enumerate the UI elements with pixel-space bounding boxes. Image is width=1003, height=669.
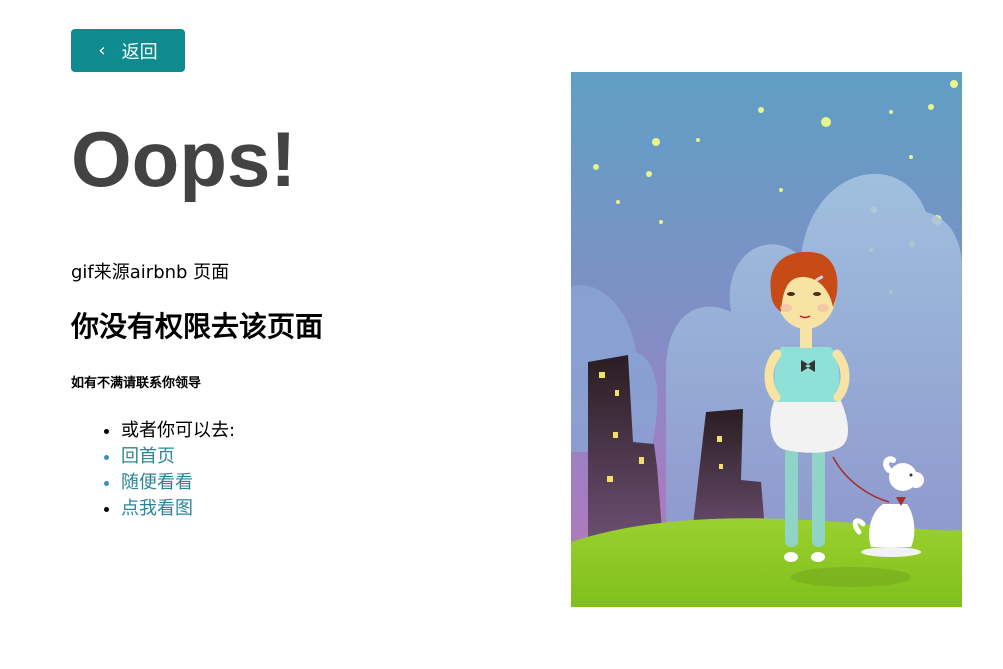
back-button-label: 返回 [121, 41, 158, 63]
no-permission-heading: 你没有权限去该页面 [71, 310, 324, 343]
page-title: Oops! [71, 115, 297, 203]
list-item: 回首页 [121, 444, 235, 470]
options-list: 或者你可以去: 回首页 随便看看 点我看图 [71, 418, 235, 522]
chevron-left-icon: ‹ [98, 39, 106, 61]
list-item: 或者你可以去: [121, 418, 235, 444]
list-item: 点我看图 [121, 496, 235, 522]
girl-and-dog-illustration [571, 72, 962, 607]
options-intro: 或者你可以去: [121, 420, 236, 441]
contact-note: 如有不满请联系你领导 [71, 376, 202, 391]
back-button[interactable]: ‹ 返回 [71, 29, 185, 72]
view-image-link[interactable]: 点我看图 [121, 498, 193, 519]
browse-link[interactable]: 随便看看 [121, 472, 193, 493]
list-item: 随便看看 [121, 470, 235, 496]
gif-source-text: gif来源airbnb 页面 [71, 262, 230, 283]
home-link[interactable]: 回首页 [121, 446, 175, 467]
error-page: ‹ 返回 Oops! gif来源airbnb 页面 你没有权限去该页面 如有不满… [0, 0, 1003, 669]
